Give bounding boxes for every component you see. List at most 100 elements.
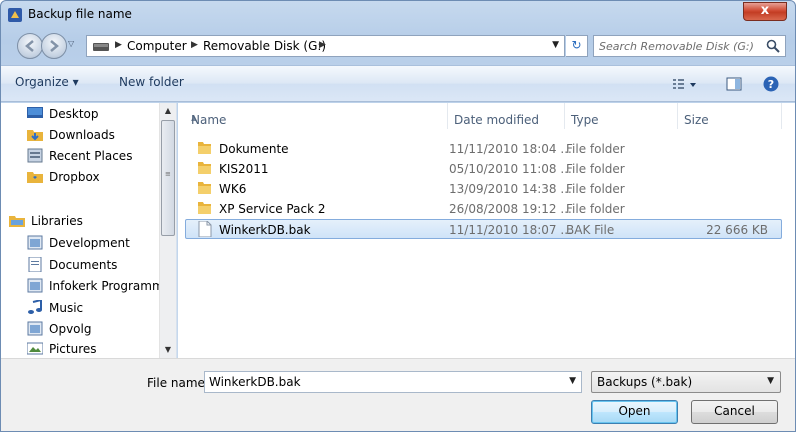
column-header-date[interactable]: Date modified — [448, 103, 565, 129]
back-button[interactable] — [17, 33, 43, 59]
file-type: BAK File — [566, 223, 615, 237]
sidebar-item-documents[interactable]: Documents — [27, 255, 161, 275]
library-doc-icon — [27, 321, 43, 336]
file-name: WK6 — [219, 182, 247, 196]
back-arrow-icon — [25, 40, 34, 52]
address-dropdown-icon[interactable]: ▼ — [552, 40, 559, 50]
sidebar-item-downloads[interactable]: Downloads — [27, 125, 161, 145]
sidebar-item-infokerk[interactable]: Infokerk Programme — [27, 276, 161, 296]
breadcrumb-separator-icon[interactable]: ▶ — [115, 40, 122, 50]
file-name-input[interactable] — [209, 374, 559, 390]
sidebar-item-label: Documents — [49, 258, 118, 272]
folder-icon — [198, 202, 211, 214]
file-icon — [198, 221, 212, 237]
sidebar-item-label: Recent Places — [49, 149, 133, 163]
file-type: File folder — [566, 202, 625, 216]
column-header-size[interactable]: Size — [678, 103, 782, 129]
sidebar-item-pictures[interactable]: Pictures — [27, 339, 161, 359]
column-label: Name — [191, 113, 227, 127]
close-button[interactable]: x — [743, 2, 787, 21]
new-folder-button[interactable]: New folder — [119, 75, 184, 89]
navigation-pane: Desktop Downloads Recent Places Dropbox … — [1, 103, 177, 358]
folder-icon — [198, 162, 211, 174]
file-type-value: Backups (*.bak) — [597, 375, 693, 389]
navigation-bar: ▽ ▶ Computer ▶ Removable Disk (G:) ▶ ▼ ↻ — [1, 29, 795, 65]
refresh-icon: ↻ — [571, 38, 582, 52]
table-row-selected[interactable]: WinkerkDB.bak 11/11/2010 18:07 ... BAK F… — [185, 219, 782, 239]
sidebar-item-label: Infokerk Programme — [49, 279, 161, 293]
sidebar-item-label: Development — [49, 236, 130, 250]
cancel-button[interactable]: Cancel — [691, 400, 778, 424]
scroll-thumb[interactable]: ≡ — [161, 120, 175, 236]
column-label: Size — [684, 113, 709, 127]
table-row[interactable]: Dokumente 11/11/2010 18:04 ... File fold… — [185, 139, 782, 159]
file-name: Dokumente — [219, 142, 289, 156]
column-label: Type — [571, 113, 599, 127]
desktop-icon — [27, 107, 43, 118]
file-name: XP Service Pack 2 — [219, 202, 326, 216]
folder-icon — [198, 182, 211, 194]
libraries-icon — [9, 216, 25, 227]
sidebar-item-development[interactable]: Development — [27, 233, 161, 253]
file-name-label: File name: — [147, 376, 209, 390]
sidebar-item-libraries[interactable]: Libraries — [9, 211, 143, 231]
breadcrumb-removable-disk[interactable]: Removable Disk (G:) — [203, 39, 326, 53]
dropbox-folder-icon — [27, 172, 43, 183]
folder-icon — [198, 142, 211, 154]
navigation-scrollbar[interactable]: ▲ ≡ ▼ — [159, 103, 176, 358]
sidebar-item-desktop[interactable]: Desktop — [27, 104, 161, 124]
file-type: File folder — [566, 162, 625, 176]
file-type: File folder — [566, 182, 625, 196]
music-icon — [28, 300, 42, 314]
window-title: Backup file name — [28, 7, 132, 21]
file-date: 11/11/2010 18:04 ... — [449, 142, 572, 156]
refresh-button[interactable]: ↻ — [566, 35, 588, 57]
drive-icon — [93, 43, 109, 51]
forward-button[interactable] — [41, 33, 67, 59]
open-button[interactable]: Open — [591, 400, 678, 424]
table-row[interactable]: WK6 13/09/2010 14:38 ... File folder — [185, 179, 782, 199]
search-icon[interactable] — [766, 39, 780, 53]
file-name-dropdown-icon[interactable]: ▼ — [569, 376, 576, 386]
table-row[interactable]: KIS2011 05/10/2010 11:08 ... File folder — [185, 159, 782, 179]
column-header-type[interactable]: Type — [565, 103, 678, 129]
documents-icon — [28, 257, 42, 272]
address-bar[interactable]: ▶ Computer ▶ Removable Disk (G:) ▶ ▼ — [86, 35, 565, 57]
change-view-icon[interactable] — [671, 76, 697, 92]
command-bar: Organize ▾ New folder ? — [1, 65, 795, 102]
search-box[interactable] — [593, 35, 786, 57]
file-type: File folder — [566, 142, 625, 156]
sidebar-item-music[interactable]: Music — [27, 298, 161, 318]
sidebar-item-opvolg[interactable]: Opvolg — [27, 319, 161, 339]
file-name-combo[interactable]: ▼ — [204, 371, 582, 393]
file-type-select[interactable]: Backups (*.bak) ▼ — [591, 371, 781, 393]
sidebar-item-label: Music — [49, 301, 84, 315]
sidebar-item-label: Libraries — [31, 214, 83, 228]
file-date: 26/08/2008 19:12 ... — [449, 202, 572, 216]
table-row[interactable]: XP Service Pack 2 26/08/2008 19:12 ... F… — [185, 199, 782, 219]
sidebar-item-dropbox[interactable]: Dropbox — [27, 167, 161, 187]
library-doc-icon — [27, 278, 43, 293]
sidebar-item-label: Desktop — [49, 107, 99, 121]
column-header-name[interactable]: ▲ Name — [185, 103, 448, 129]
save-dialog: Backup file name x ▽ ▶ Computer ▶ Remova… — [0, 0, 796, 432]
scroll-down-icon[interactable]: ▼ — [160, 342, 176, 358]
pictures-icon — [27, 342, 43, 355]
search-input[interactable] — [599, 38, 759, 54]
column-label: Date modified — [454, 113, 540, 127]
breadcrumb-computer[interactable]: Computer — [127, 39, 187, 53]
preview-pane-icon[interactable] — [726, 76, 742, 92]
file-list: ▲ Name Date modified Type Size Dokumente… — [178, 103, 795, 358]
file-date: 05/10/2010 11:08 ... — [449, 162, 572, 176]
file-size: 22 666 KB — [706, 223, 768, 237]
sidebar-item-label: Pictures — [49, 342, 97, 356]
breadcrumb-separator-icon[interactable]: ▶ — [191, 40, 198, 50]
organize-button[interactable]: Organize ▾ — [15, 75, 79, 89]
sidebar-item-recent-places[interactable]: Recent Places — [27, 146, 161, 166]
file-type-dropdown-icon: ▼ — [767, 376, 774, 386]
scroll-up-icon[interactable]: ▲ — [160, 103, 176, 119]
help-icon[interactable]: ? — [763, 76, 779, 92]
recent-locations-dropdown-icon[interactable]: ▽ — [68, 39, 74, 48]
forward-arrow-icon — [50, 40, 59, 52]
breadcrumb-separator-icon[interactable]: ▶ — [319, 40, 326, 50]
